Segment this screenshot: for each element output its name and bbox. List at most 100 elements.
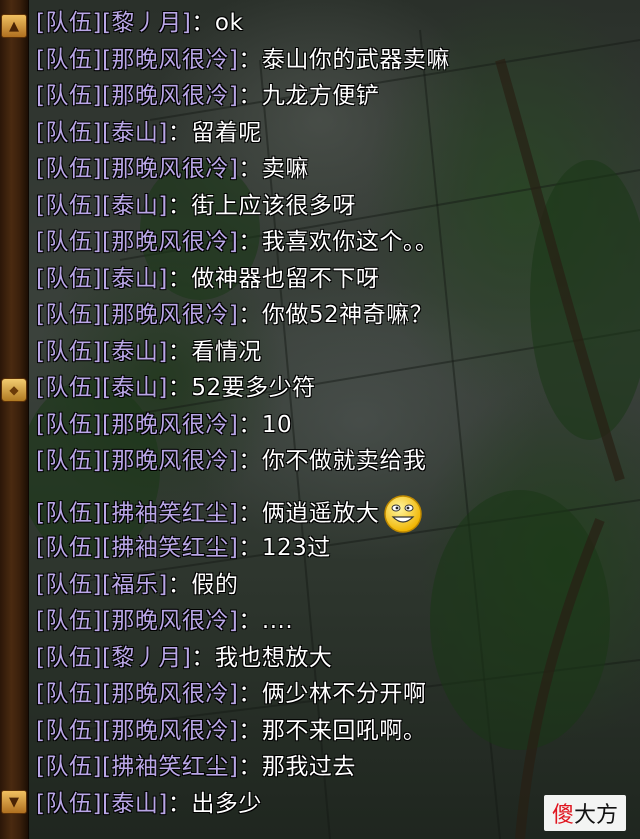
- watermark-logo: 傻大方: [543, 795, 626, 831]
- channel-tag: [队伍]: [36, 229, 102, 255]
- separator: ：: [238, 46, 262, 73]
- channel-tag: [队伍]: [36, 302, 102, 328]
- chat-message: [队伍][那晚风很冷]：10: [36, 407, 626, 444]
- message-text: 那不来回吼啊。: [261, 717, 427, 744]
- message-text: 街上应该很多呀: [191, 192, 356, 219]
- chat-scrollbar[interactable]: ▲ ◆ ▼: [0, 0, 29, 839]
- separator: ：: [167, 119, 192, 146]
- channel-tag: [队伍]: [36, 119, 102, 146]
- channel-tag: [队伍]: [36, 338, 102, 365]
- sender-name[interactable]: [黎丿月]: [102, 10, 191, 36]
- channel-tag: [队伍]: [36, 411, 102, 438]
- separator: ：: [238, 156, 262, 182]
- chat-message: [队伍][泰山]：做神器也留不下呀: [36, 261, 626, 298]
- sender-name[interactable]: [那晚风很冷]: [102, 229, 238, 255]
- message-text: 52要多少符: [191, 375, 316, 401]
- message-text: 看情况: [191, 338, 262, 365]
- chat-message: [队伍][那晚风很冷]：....: [36, 603, 626, 640]
- sender-name[interactable]: [那晚风很冷]: [102, 156, 238, 182]
- sender-name[interactable]: [拂袖笑红尘]: [102, 535, 238, 561]
- message-text: 我也想放大: [214, 644, 333, 671]
- chat-message: [队伍][那晚风很冷]：俩少林不分开啊: [36, 676, 626, 713]
- chat-message: [队伍][泰山]：留着呢: [36, 115, 626, 152]
- chat-message: [队伍][泰山]：街上应该很多呀: [36, 188, 626, 225]
- separator: ：: [238, 229, 262, 255]
- scroll-up-icon[interactable]: ▲: [1, 14, 27, 38]
- channel-tag: [队伍]: [36, 375, 102, 401]
- message-text: ok: [214, 10, 244, 36]
- sender-name[interactable]: [那晚风很冷]: [102, 718, 238, 744]
- chat-message: [队伍][拂袖笑红尘]：那我过去: [36, 749, 626, 786]
- chat-message: [队伍][那晚风很冷]：泰山你的武器卖嘛: [36, 42, 626, 79]
- message-text: 出多少: [191, 790, 262, 817]
- sender-name[interactable]: [那晚风很冷]: [102, 608, 238, 634]
- message-text: 我喜欢你这个。。: [261, 229, 439, 255]
- channel-tag: [队伍]: [36, 46, 102, 73]
- message-text: 九龙方便铲: [261, 83, 380, 109]
- separator: ：: [238, 681, 262, 707]
- separator: ：: [238, 500, 262, 526]
- chat-message: [队伍][黎丿月]：我也想放大: [36, 640, 626, 677]
- separator: ：: [167, 265, 192, 292]
- chat-message: [队伍][那晚风很冷]：你做52神奇嘛？: [36, 297, 626, 334]
- chat-message: [队伍][福乐]：假的: [36, 567, 626, 604]
- message-text: 留着呢: [191, 119, 262, 146]
- separator: ：: [191, 644, 215, 671]
- sender-name[interactable]: [黎丿月]: [102, 645, 191, 671]
- chat-message: [队伍][泰山]：52要多少符: [36, 370, 626, 407]
- chat-message: [队伍][拂袖笑红尘]：俩逍遥放大: [36, 494, 626, 533]
- separator: ：: [191, 10, 215, 36]
- channel-tag: [队伍]: [36, 644, 102, 671]
- separator: ：: [167, 571, 192, 598]
- grin-emoticon-icon: [384, 494, 423, 533]
- chat-message: [队伍][黎丿月]：ok: [36, 5, 626, 42]
- separator: ：: [238, 411, 262, 438]
- message-text: 卖嘛: [261, 156, 309, 182]
- sender-name[interactable]: [那晚风很冷]: [102, 448, 238, 474]
- channel-tag: [队伍]: [36, 83, 102, 109]
- message-text: ....: [261, 608, 294, 634]
- channel-tag: [队伍]: [36, 681, 102, 707]
- separator: ：: [238, 754, 262, 780]
- chat-message: [队伍][那晚风很冷]：卖嘛: [36, 151, 626, 188]
- message-text: 俩逍遥放大: [261, 500, 380, 526]
- sender-name[interactable]: [拂袖笑红尘]: [102, 754, 238, 780]
- scroll-thumb-icon[interactable]: ◆: [1, 378, 27, 402]
- separator: ：: [238, 302, 262, 328]
- sender-name[interactable]: [泰山]: [102, 193, 168, 219]
- chat-message: [队伍][那晚风很冷]：那不来回吼啊。: [36, 713, 626, 750]
- sender-name[interactable]: [泰山]: [102, 375, 168, 401]
- separator: ：: [238, 448, 262, 474]
- scroll-down-icon[interactable]: ▼: [1, 790, 27, 814]
- separator: ：: [238, 83, 262, 109]
- channel-tag: [队伍]: [36, 535, 102, 561]
- channel-tag: [队伍]: [36, 156, 102, 182]
- chat-message: [队伍][拂袖笑红尘]：123过: [36, 530, 626, 567]
- channel-tag: [队伍]: [36, 571, 102, 598]
- sender-name[interactable]: [泰山]: [102, 120, 168, 146]
- sender-name[interactable]: [那晚风很冷]: [102, 83, 238, 109]
- channel-tag: [队伍]: [36, 717, 102, 744]
- separator: ：: [167, 338, 192, 365]
- channel-tag: [队伍]: [36, 790, 102, 817]
- sender-name[interactable]: [那晚风很冷]: [102, 302, 238, 328]
- channel-tag: [队伍]: [36, 10, 102, 36]
- team-chat-log: [队伍][黎丿月]：ok [队伍][那晚风很冷]：泰山你的武器卖嘛 [队伍][那晚风…: [36, 5, 626, 822]
- separator: ：: [238, 717, 262, 744]
- sender-name[interactable]: [拂袖笑红尘]: [102, 500, 238, 526]
- sender-name[interactable]: [泰山]: [102, 791, 168, 817]
- chat-message: [队伍][泰山]：看情况: [36, 334, 626, 371]
- separator: ：: [238, 535, 262, 561]
- separator: ：: [167, 375, 192, 401]
- separator: ：: [167, 192, 192, 219]
- sender-name[interactable]: [那晚风很冷]: [102, 47, 238, 73]
- channel-tag: [队伍]: [36, 500, 102, 526]
- message-text: 泰山你的武器卖嘛: [261, 46, 450, 73]
- sender-name[interactable]: [福乐]: [102, 572, 168, 598]
- sender-name[interactable]: [泰山]: [102, 339, 168, 365]
- sender-name[interactable]: [那晚风很冷]: [102, 681, 238, 707]
- sender-name[interactable]: [泰山]: [102, 266, 168, 292]
- sender-name[interactable]: [那晚风很冷]: [102, 412, 238, 438]
- message-text: 俩少林不分开啊: [261, 681, 427, 707]
- chat-message: [队伍][那晚风很冷]：我喜欢你这个。。: [36, 224, 626, 261]
